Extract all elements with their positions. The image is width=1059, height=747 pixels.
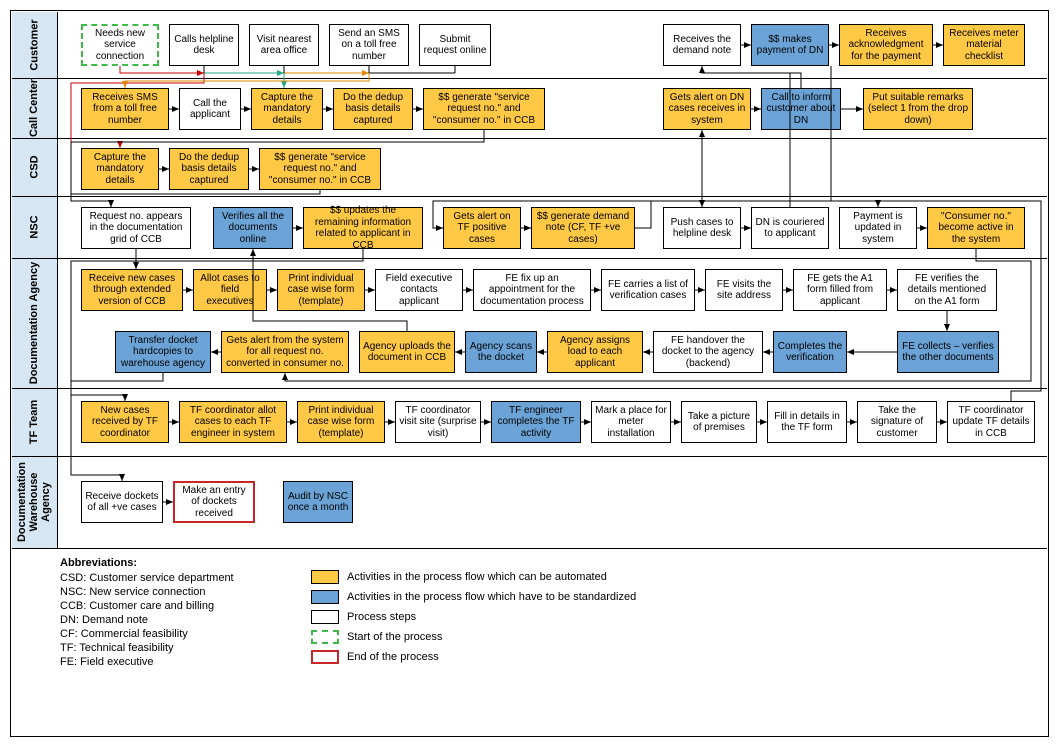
lane-nsc: NSC (12, 196, 58, 258)
yellow-box: Print individual case wise form (templat… (297, 401, 385, 443)
step-box: Take a picture of premises (681, 401, 757, 443)
step-box: Send an SMS on a toll free number (329, 24, 409, 66)
step-box: FE gets the A1 form filled from applican… (793, 269, 887, 311)
yellow-box: Gets alert on DN cases receives in syste… (663, 88, 751, 130)
yellow-box: Allot cases to field executives (193, 269, 267, 311)
lane-callcenter: Call Center (12, 78, 58, 138)
yellow-box: "Consumer no." become active in the syst… (927, 207, 1025, 249)
step-box: Call the applicant (179, 88, 241, 130)
yellow-box: Receive new cases through extended versi… (81, 269, 183, 311)
blue-box: $$ makes payment of DN (751, 24, 829, 66)
yellow-box: Capture the mandatory details (251, 88, 323, 130)
blue-box: Transfer docket hardcopies to warehouse … (115, 331, 211, 373)
yellow-box: $$ generate "service request no." and "c… (423, 88, 545, 130)
swatch-white (311, 610, 339, 624)
end-box: Make an entry of dockets received (173, 481, 255, 523)
swimlane-diagram: Customer Call Center CSD NSC Documentati… (10, 10, 1049, 737)
yellow-box: Gets alert on TF positive cases (443, 207, 521, 249)
swatch-start (311, 630, 339, 644)
step-box: Push cases to helpline desk (663, 207, 741, 249)
yellow-box: Print individual case wise form (templat… (277, 269, 365, 311)
step-box: TF coordinator update TF details in CCB (947, 401, 1035, 443)
blue-box: Audit by NSC once a month (283, 481, 353, 523)
step-box: Calls helpline desk (169, 24, 239, 66)
step-box: Receives the demand note (663, 24, 741, 66)
yellow-box: Agency uploads the document in CCB (359, 331, 455, 373)
step-box: Request no. appears in the documentation… (81, 207, 191, 249)
yellow-box: $$ updates the remaining information rel… (303, 207, 423, 249)
yellow-box: $$ generate demand note (CF, TF +ve case… (531, 207, 635, 249)
step-box: FE visits the site address (705, 269, 783, 311)
lane-customer: Customer (12, 12, 58, 78)
blue-box: Verifies all the documents online (213, 207, 293, 249)
lane-divider (12, 456, 1047, 457)
yellow-box: Do the dedup basis details captured (169, 148, 249, 190)
step-box: Take the signature of customer (857, 401, 937, 443)
yellow-box: Receives SMS from a toll free number (81, 88, 169, 130)
swatch-blue (311, 590, 339, 604)
lane-divider (12, 78, 1047, 79)
blue-box: TF engineer completes the TF activity (491, 401, 581, 443)
step-box: Visit nearest area office (249, 24, 319, 66)
lane-docwarehouse: Documentation Warehouse Agency (12, 456, 58, 548)
step-box: FE carries a list of verification cases (601, 269, 695, 311)
lane-divider (12, 548, 1047, 549)
yellow-box: Do the dedup basis details captured (333, 88, 413, 130)
yellow-box: Agency assigns load to each applicant (547, 331, 643, 373)
lane-divider (12, 138, 1047, 139)
yellow-box: Put suitable remarks (select 1 from the … (863, 88, 973, 130)
step-box: DN is couriered to applicant (751, 207, 829, 249)
start-box: Needs new service connection (81, 24, 159, 66)
lane-docagency: Documentation Agency (12, 258, 58, 388)
step-box: FE verifies the details mentioned on the… (897, 269, 997, 311)
yellow-box: Receives meter material checklist (943, 24, 1025, 66)
lane-csd: CSD (12, 138, 58, 196)
step-box: Payment is updated in system (839, 207, 917, 249)
swatch-end (311, 650, 339, 664)
step-box: Field executive contacts applicant (375, 269, 463, 311)
yellow-box: Gets alert from the system for all reque… (221, 331, 349, 373)
legend: Activities in the process flow which can… (311, 570, 741, 666)
abbreviations: Abbreviations: CSD: Customer service dep… (60, 557, 290, 670)
lane-tfteam: TF Team (12, 388, 58, 456)
step-box: Receive dockets of all +ve cases (81, 481, 163, 523)
blue-box: Agency scans the docket (465, 331, 537, 373)
step-box: Mark a place for meter installation (591, 401, 671, 443)
blue-box: Call to inform customer about DN (761, 88, 841, 130)
lane-divider (12, 258, 1047, 259)
blue-box: Completes the verification (773, 331, 847, 373)
step-box: TF coordinator visit site (surprise visi… (395, 401, 481, 443)
step-box: Fill in details in the TF form (767, 401, 847, 443)
yellow-box: Capture the mandatory details (81, 148, 159, 190)
step-box: FE fix up an appointment for the documen… (473, 269, 591, 311)
blue-box: FE collects – verifies the other documen… (897, 331, 999, 373)
step-box: FE handover the docket to the agency (ba… (653, 331, 763, 373)
swatch-yellow (311, 570, 339, 584)
yellow-box: TF coordinator allot cases to each TF en… (179, 401, 287, 443)
step-box: Submit request online (419, 24, 491, 66)
yellow-box: $$ generate "service request no." and "c… (259, 148, 381, 190)
yellow-box: Receives acknowledgment for the payment (839, 24, 933, 66)
lane-divider (12, 388, 1047, 389)
yellow-box: New cases received by TF coordinator (81, 401, 169, 443)
lane-divider (12, 196, 1047, 197)
